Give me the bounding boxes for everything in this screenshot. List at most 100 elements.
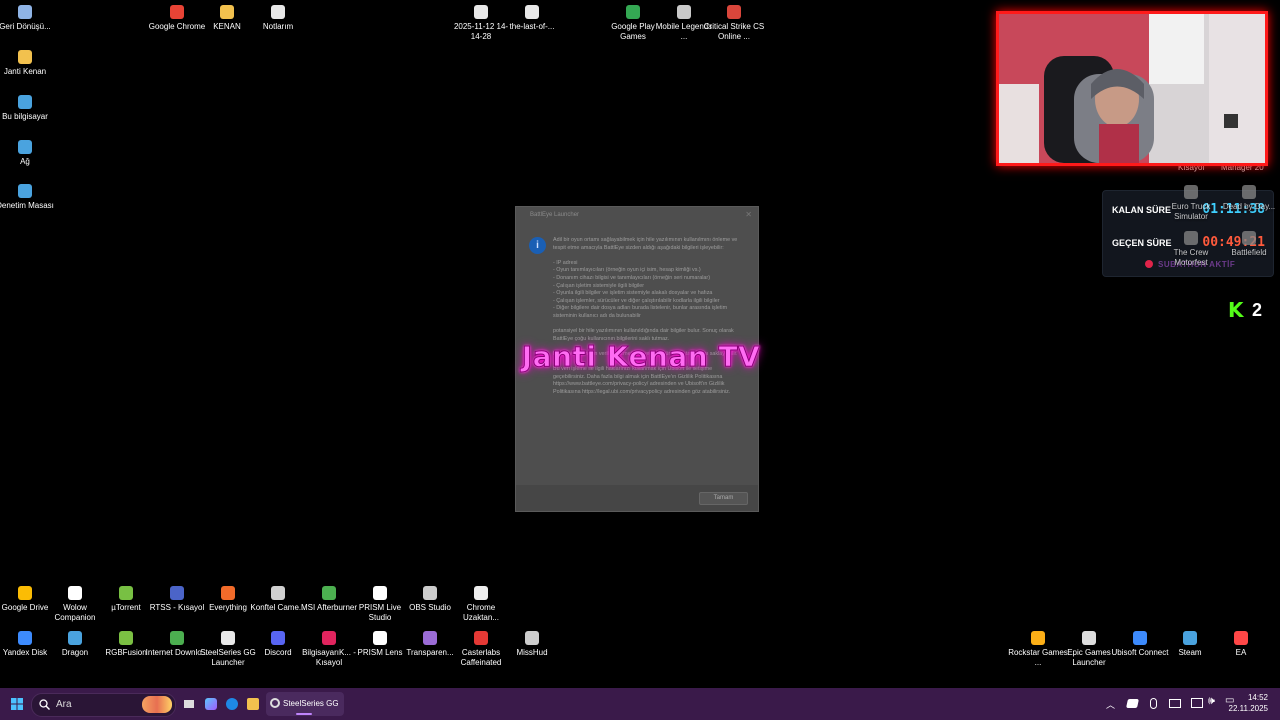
desktop-icon[interactable]: Ağ	[0, 140, 57, 167]
ubisoft-icon	[1133, 631, 1147, 645]
rockstar-icon	[1031, 631, 1045, 645]
desktop-icon-label: Dead by Day...	[1222, 202, 1276, 211]
live-dot-icon	[1145, 260, 1153, 268]
microphone-icon[interactable]	[1150, 698, 1157, 709]
chrome-icon	[170, 5, 184, 19]
tray-app-icon[interactable]	[1126, 699, 1139, 708]
desktop-icon-label: MissHud	[516, 648, 548, 657]
desktop-icon-behind-overlay[interactable]: The Crew Motorfest	[1163, 231, 1219, 268]
utorrent-icon	[119, 586, 133, 600]
kick-viewer-count: 2	[1252, 300, 1263, 320]
desktop-icon[interactable]: Notlarım	[246, 5, 310, 32]
battlefield-icon	[1242, 231, 1256, 245]
transparent-icon	[423, 631, 437, 645]
the-crew-icon	[1184, 231, 1198, 245]
critical-strike-icon	[727, 5, 741, 19]
video-file-icon	[474, 5, 488, 19]
taskbar-search-box[interactable]: Ara	[31, 693, 176, 717]
desktop-icon-label: Denetim Masası	[0, 201, 54, 210]
desktop-icon[interactable]: the-last-of-...	[500, 5, 564, 32]
desktop-icon-behind-overlay[interactable]: Battlefield	[1221, 231, 1277, 258]
desktop-icon-label: Notlarım	[262, 22, 294, 31]
desktop-icon-label: Battlefield	[1231, 248, 1267, 257]
desktop-icon-behind-overlay[interactable]: Euro Truck Simulator	[1163, 185, 1219, 222]
taskbar-app-label: SteelSeries GG	[283, 699, 339, 708]
desktop-icon-label: Critical Strike CS Online ...	[703, 22, 765, 41]
info-icon: i	[529, 237, 546, 254]
desktop-icon[interactable]: Janti Kenan	[0, 50, 57, 77]
desktop-icon-label: Geri Dönüşü...	[0, 22, 51, 31]
desktop-icon[interactable]: Geri Dönüşü...	[0, 5, 57, 32]
desktop-icon[interactable]: EA	[1209, 631, 1273, 658]
desktop-icon-label: Ağ	[20, 157, 30, 166]
dialog-footer: Tamam	[516, 485, 758, 511]
msi-afterburner-icon	[322, 586, 336, 600]
mobile-legends-icon	[677, 5, 691, 19]
google-drive-icon	[18, 586, 32, 600]
chrome-remote-icon	[474, 586, 488, 600]
search-icon	[39, 699, 50, 710]
clock-date: 22.11.2025	[1228, 704, 1268, 713]
desktop-icon[interactable]: Chrome Uzaktan...	[449, 586, 513, 623]
task-view-icon[interactable]	[184, 700, 194, 708]
file-explorer-icon[interactable]	[247, 698, 259, 710]
stream-overlay-title: Janti Kenan TV	[521, 340, 761, 374]
desktop-icon-label: EA	[1235, 648, 1247, 657]
copilot-icon[interactable]	[205, 698, 217, 710]
desktop-icon-label: Euro Truck Simulator	[1171, 202, 1211, 221]
dead-by-daylight-icon	[1242, 185, 1256, 199]
chevron-up-icon[interactable]: ︿	[1106, 698, 1115, 711]
folder-icon	[220, 5, 234, 19]
subathon-timer-panel: KALAN SÜRE 01:11:38 GEÇEN SÜRE 00:49:21 …	[1102, 185, 1277, 277]
kick-viewer-badge: K 2	[1228, 299, 1272, 321]
obs-icon	[423, 586, 437, 600]
desktop-icon-label: Janti Kenan	[3, 67, 47, 76]
konftel-icon	[271, 586, 285, 600]
google-play-games-icon	[626, 5, 640, 19]
network-icon[interactable]	[1191, 698, 1203, 708]
yandex-disk-icon	[18, 631, 32, 645]
desktop-icon-label: The Crew Motorfest	[1173, 248, 1209, 267]
desktop-icon-label: Bu bilgisayar	[2, 112, 48, 121]
prism-lens-icon	[373, 631, 387, 645]
search-highlight-icon	[142, 696, 172, 713]
idm-icon	[170, 631, 184, 645]
recycle-bin-icon	[18, 5, 32, 19]
rgb-fusion-icon	[119, 631, 133, 645]
desktop-icon[interactable]: MissHud	[500, 631, 564, 658]
desktop-icon[interactable]: Bu bilgisayar	[0, 95, 57, 122]
misshud-icon	[525, 631, 539, 645]
dragon-icon	[68, 631, 82, 645]
shortcut-icon	[322, 631, 336, 645]
clock-time: 14:52	[1247, 693, 1268, 702]
casterlabs-icon	[474, 631, 488, 645]
ok-button[interactable]: Tamam	[699, 492, 748, 505]
computer-icon	[18, 95, 32, 109]
wolow-icon	[68, 586, 82, 600]
volume-icon[interactable]: 🕪	[1208, 695, 1215, 708]
desktop-icon[interactable]: Critical Strike CS Online ...	[702, 5, 766, 42]
taskbar-app-steelseries[interactable]: SteelSeries GG	[266, 692, 344, 716]
desktop-icon-label: the-last-of-...	[509, 22, 555, 31]
steelseries-icon	[270, 698, 280, 708]
discord-icon	[271, 631, 285, 645]
steelseries-icon	[221, 631, 235, 645]
folder-icon	[18, 50, 32, 64]
notes-icon	[271, 5, 285, 19]
search-everything-icon	[221, 586, 235, 600]
keyboard-icon[interactable]	[1169, 699, 1181, 708]
active-indicator	[296, 713, 312, 715]
search-placeholder: Ara	[56, 699, 72, 710]
control-panel-icon	[18, 184, 32, 198]
windows-start-icon[interactable]	[11, 698, 23, 710]
close-icon[interactable]: ✕	[745, 210, 752, 219]
ea-icon	[1234, 631, 1248, 645]
network-icon	[18, 140, 32, 154]
webcam-feed-image	[999, 14, 1265, 163]
taskbar-clock[interactable]: 14:52 22.11.2025	[1229, 692, 1268, 714]
epic-games-icon	[1082, 631, 1096, 645]
dialog-title: BattlEye Launcher	[530, 212, 580, 218]
desktop-icon-behind-overlay[interactable]: Dead by Day...	[1221, 185, 1277, 212]
desktop-icon[interactable]: Denetim Masası	[0, 184, 57, 211]
edge-icon[interactable]	[226, 698, 238, 710]
